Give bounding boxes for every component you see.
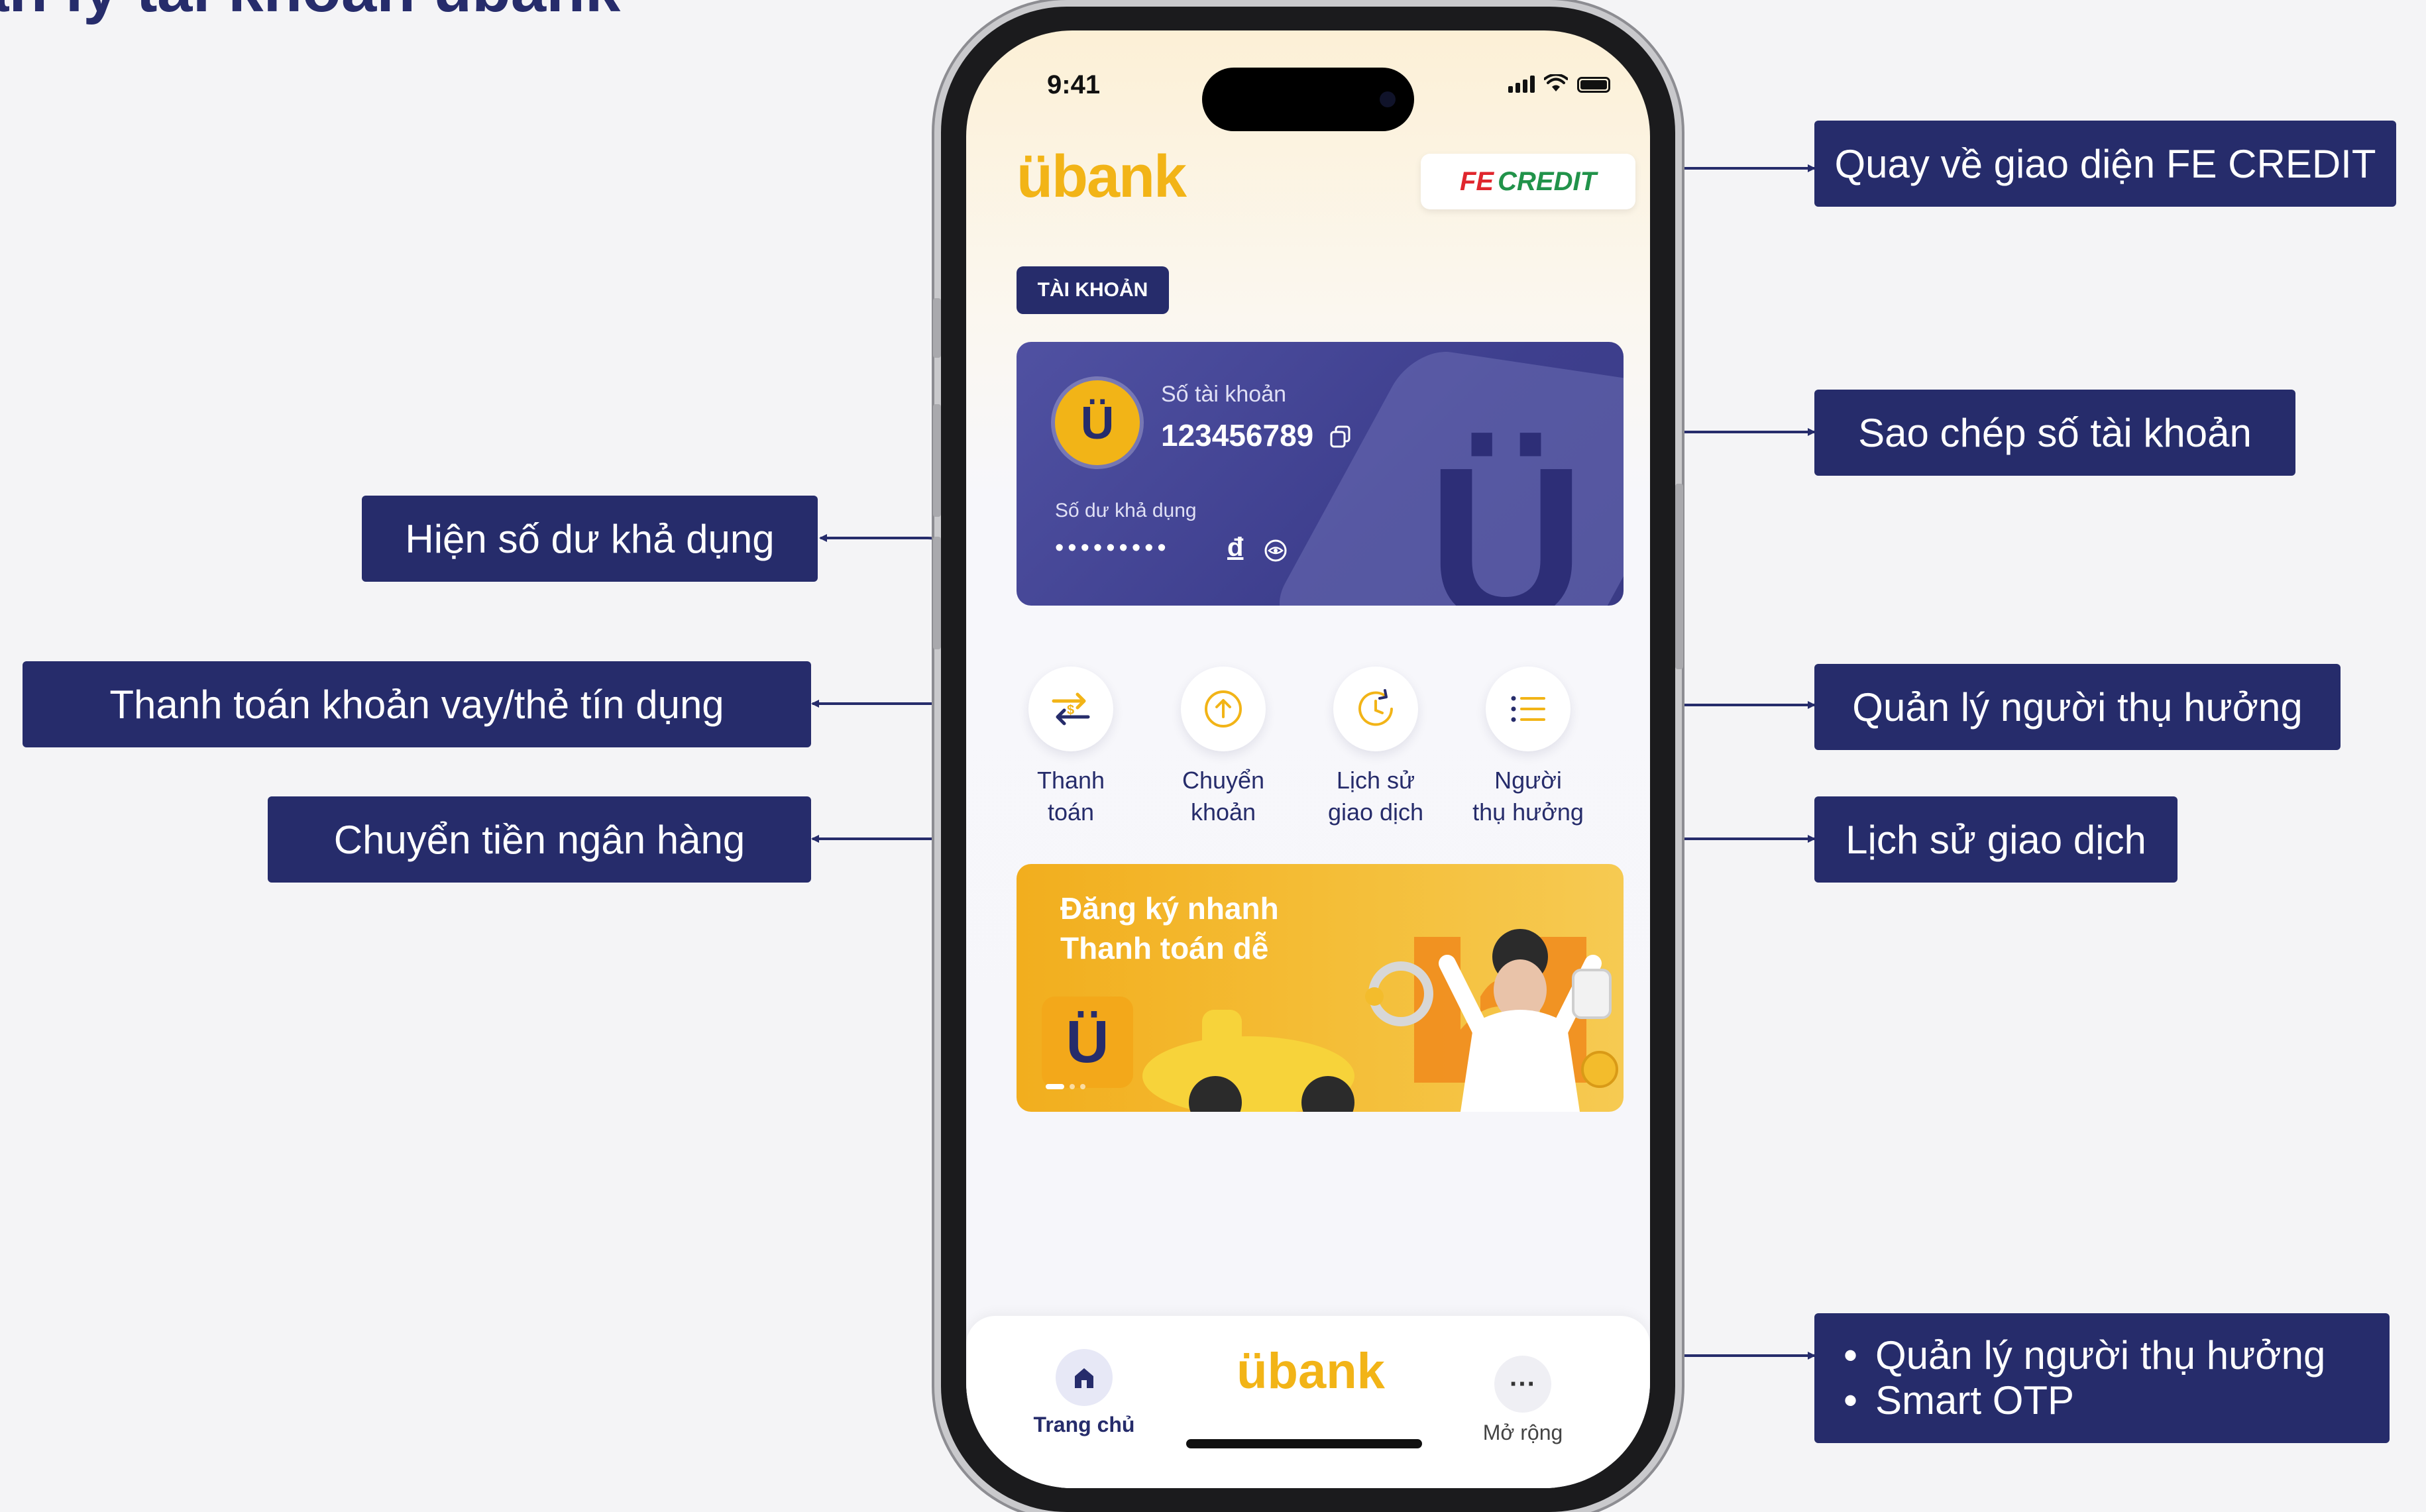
callout-copy-account: Sao chép số tài khoản [1814,390,2295,476]
callout-more-menu: Quản lý người thụ hưởng Smart OTP [1814,1313,2390,1443]
tab-account[interactable]: TÀI KHOẢN [1017,266,1169,314]
battery-icon [1577,77,1610,93]
signal-icon [1508,76,1535,93]
camera-dot [1380,91,1396,107]
fe-credit-logo-credit: CREDIT [1498,166,1596,196]
volume-up-button [933,404,941,517]
nav-ubank-logo[interactable]: übank [1211,1342,1410,1400]
action-label: Người thụ hưởng [1472,767,1584,826]
callout-more-item: Smart OTP [1875,1378,2325,1423]
nav-home[interactable]: Trang chủ [1018,1349,1150,1437]
nav-home-label: Trang chủ [1033,1413,1135,1436]
volume-down-button [933,537,941,649]
action-transfer[interactable]: Chuyển khoản [1157,667,1290,828]
callout-bank-transfer: Chuyển tiền ngân hàng [268,796,811,883]
power-button [1675,484,1683,669]
nav-more[interactable]: ··· Mở rộng [1457,1356,1589,1445]
history-clock-icon [1333,667,1418,751]
callout-more-item: Quản lý người thụ hưởng [1875,1333,2325,1378]
dynamic-island [1202,68,1414,131]
action-history[interactable]: Lịch sử giao dịch [1309,667,1442,828]
card-watermark: Ü [1427,421,1586,606]
callout-beneficiary: Quản lý người thụ hưởng [1814,664,2341,750]
account-card: Ü Ü Số tài khoản 123456789 Số dư khả dụn… [1017,342,1624,606]
nav-more-label: Mở rộng [1482,1421,1563,1444]
callout-more-list: Quản lý người thụ hưởng Smart OTP [1836,1333,2325,1423]
home-icon [1056,1349,1113,1406]
callout-pay-loan: Thanh toán khoản vay/thẻ tín dụng [23,661,811,747]
account-number: 123456789 [1161,418,1314,453]
svg-text:$: $ [1067,703,1074,718]
phone-frame: 9:41 übank FE CREDIT TÀI KHOẢN Ü Ü Số tà… [933,7,1683,1512]
avatar: Ü [1055,380,1140,465]
wifi-icon [1544,74,1568,91]
fe-credit-button[interactable]: FE CREDIT [1421,154,1635,209]
eye-icon[interactable] [1263,538,1288,563]
ubank-logo: übank [1017,144,1187,210]
phone-screen: 9:41 übank FE CREDIT TÀI KHOẢN Ü Ü Số tà… [966,30,1650,1488]
balance-label: Số dư khả dụng [1055,500,1197,521]
side-button [933,298,941,358]
status-time: 9:41 [1047,70,1101,99]
status-icons [1508,74,1610,93]
home-indicator [1186,1439,1422,1448]
action-label: Chuyển khoản [1182,767,1265,826]
payment-swap-icon: $ [1028,667,1113,751]
account-number-label: Số tài khoản [1161,382,1287,407]
action-label: Thanh toán [1036,767,1105,826]
fe-credit-logo-fe: FE [1459,166,1494,196]
copy-icon[interactable] [1328,424,1353,449]
action-payment[interactable]: $ Thanh toán [1005,667,1137,828]
more-icon: ··· [1494,1356,1551,1413]
list-icon [1486,667,1571,751]
bottom-nav: Trang chủ übank ··· Mở rộng [966,1316,1650,1488]
currency-symbol: đ [1227,533,1244,562]
promo-banner[interactable]: Đăng ký nhanh Thanh toán dễ Ü [1017,864,1624,1112]
action-label: Lịch sử giao dịch [1327,767,1424,826]
transfer-up-icon [1181,667,1266,751]
carousel-dots [1046,1084,1085,1089]
callout-fe-credit: Quay về giao diện FE CREDIT [1814,121,2396,207]
action-beneficiary[interactable]: Người thụ hưởng [1462,667,1594,828]
callout-show-balance: Hiện số dư khả dụng [362,496,818,582]
balance-value: ••••••••• [1055,534,1170,562]
callout-history: Lịch sử giao dịch [1814,796,2178,883]
promo-logo: Ü [1042,997,1133,1088]
